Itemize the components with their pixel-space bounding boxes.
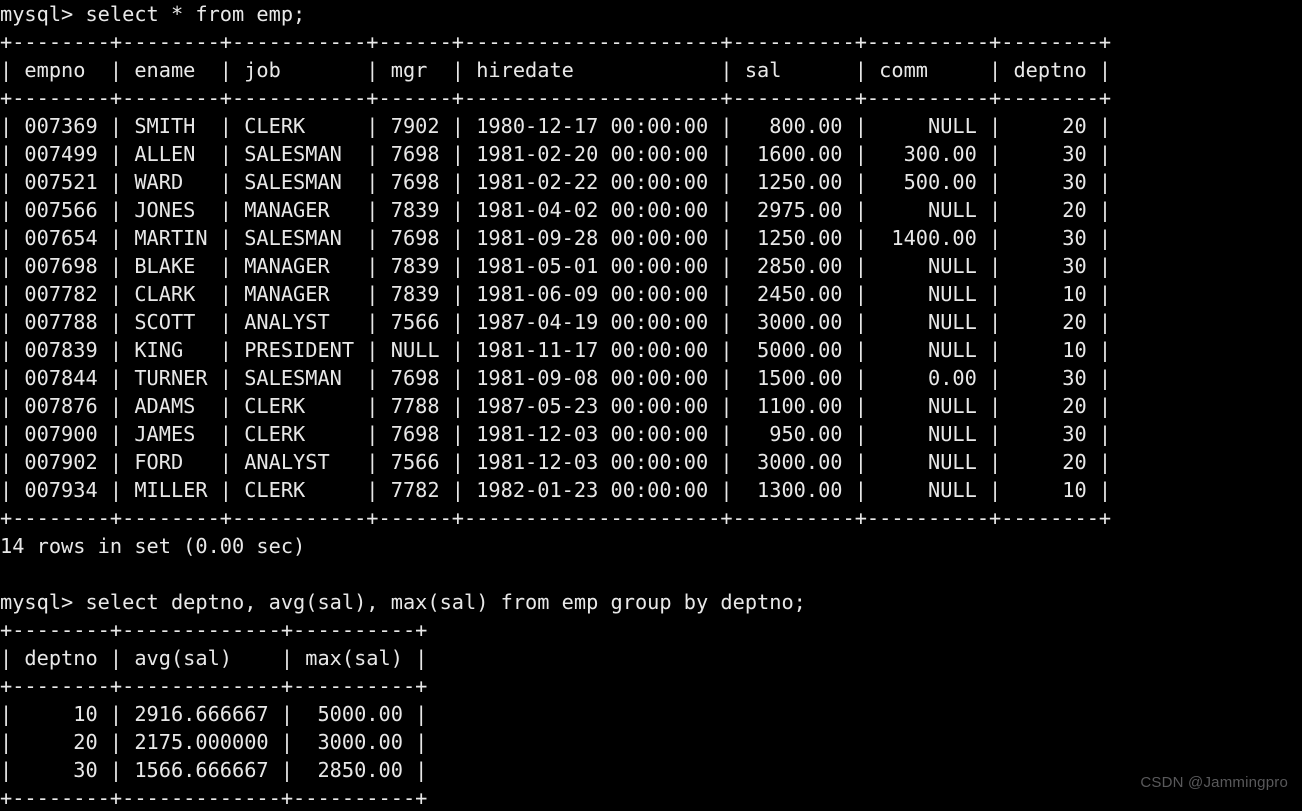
prompt-line: mysql> select * from emp; bbox=[0, 2, 306, 26]
table-row: | 20 | 2175.000000 | 3000.00 | bbox=[0, 730, 428, 754]
table-row: | 007788 | SCOTT | ANALYST | 7566 | 1987… bbox=[0, 310, 1112, 334]
table-row: | 007876 | ADAMS | CLERK | 7788 | 1987-0… bbox=[0, 394, 1112, 418]
table-row: | 007499 | ALLEN | SALESMAN | 7698 | 198… bbox=[0, 142, 1112, 166]
table-header-row: | deptno | avg(sal) | max(sal) | bbox=[0, 646, 428, 670]
table-row: | 007782 | CLARK | MANAGER | 7839 | 1981… bbox=[0, 282, 1112, 306]
table-row: | 007844 | TURNER | SALESMAN | 7698 | 19… bbox=[0, 366, 1112, 390]
table-row: | 007934 | MILLER | CLERK | 7782 | 1982-… bbox=[0, 478, 1112, 502]
table-separator: +--------+--------+-----------+------+--… bbox=[0, 506, 1112, 530]
table-row: | 007900 | JAMES | CLERK | 7698 | 1981-1… bbox=[0, 422, 1112, 446]
table-separator: +--------+-------------+----------+ bbox=[0, 786, 428, 810]
table-separator: +--------+-------------+----------+ bbox=[0, 618, 428, 642]
table-row: | 007566 | JONES | MANAGER | 7839 | 1981… bbox=[0, 198, 1112, 222]
table-row: | 007839 | KING | PRESIDENT | NULL | 198… bbox=[0, 338, 1112, 362]
watermark: CSDN @Jammingpro bbox=[1140, 774, 1288, 791]
table-row: | 10 | 2916.666667 | 5000.00 | bbox=[0, 702, 428, 726]
table-separator: +--------+-------------+----------+ bbox=[0, 674, 428, 698]
terminal-output: mysql> select * from emp; +--------+-----… bbox=[0, 0, 1302, 811]
table-row: | 007521 | WARD | SALESMAN | 7698 | 1981… bbox=[0, 170, 1112, 194]
terminal-window[interactable]: mysql> select * from emp; +--------+-----… bbox=[0, 0, 1302, 811]
table-row: | 007369 | SMITH | CLERK | 7902 | 1980-1… bbox=[0, 114, 1112, 138]
table-separator: +--------+--------+-----------+------+--… bbox=[0, 86, 1112, 110]
table-separator: +--------+--------+-----------+------+--… bbox=[0, 30, 1112, 54]
table-row: | 30 | 1566.666667 | 2850.00 | bbox=[0, 758, 428, 782]
status-line: 14 rows in set (0.00 sec) bbox=[0, 534, 306, 558]
prompt-line: mysql> select deptno, avg(sal), max(sal)… bbox=[0, 590, 806, 614]
table-row: | 007902 | FORD | ANALYST | 7566 | 1981-… bbox=[0, 450, 1112, 474]
table-row: | 007654 | MARTIN | SALESMAN | 7698 | 19… bbox=[0, 226, 1112, 250]
table-header-row: | empno | ename | job | mgr | hiredate |… bbox=[0, 58, 1112, 82]
table-row: | 007698 | BLAKE | MANAGER | 7839 | 1981… bbox=[0, 254, 1112, 278]
